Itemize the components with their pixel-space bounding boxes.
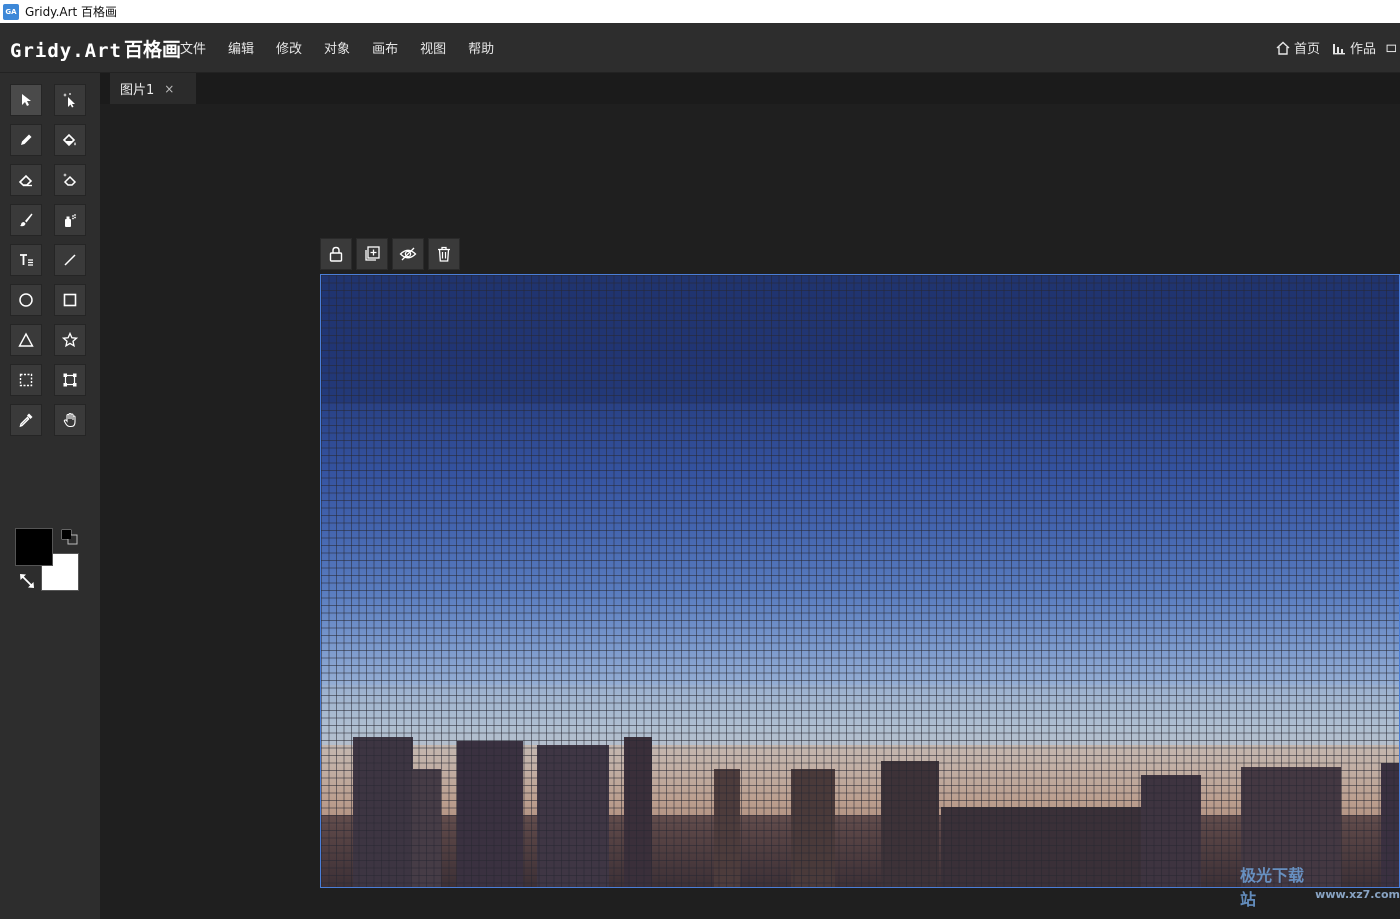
lock-icon (329, 246, 343, 262)
hand-tool[interactable] (54, 404, 86, 436)
line-icon (64, 254, 76, 266)
works-icon (1332, 43, 1345, 54)
eyedropper-icon (19, 413, 33, 428)
circle-icon (19, 293, 33, 307)
text-icon (20, 254, 33, 266)
transform-tool[interactable] (54, 364, 86, 396)
tool-palette (0, 73, 100, 919)
star-icon (62, 332, 78, 348)
reset-colors-icon[interactable] (61, 529, 79, 545)
spray-tool[interactable] (54, 204, 86, 236)
watermark-url: www.xz7.com (1315, 887, 1400, 901)
pixel-grid (321, 275, 1399, 887)
eraser-tool[interactable] (10, 164, 42, 196)
select-arrow-icon (22, 94, 31, 106)
paint-bucket-icon (62, 133, 76, 147)
watermark-text: 极光下载站 (1240, 866, 1305, 909)
circle-tool[interactable] (10, 284, 42, 316)
close-icon[interactable]: × (164, 82, 174, 96)
triangle-tool[interactable] (10, 324, 42, 356)
rectangle-icon (63, 293, 77, 307)
delete-icon (438, 246, 450, 262)
layer-toolbar (320, 238, 464, 270)
document-tabs: 图片1 × (100, 73, 1400, 104)
fill-tool[interactable] (54, 124, 86, 156)
magic-select-tool[interactable] (54, 84, 86, 116)
tab-label: 图片1 (120, 83, 155, 98)
marquee-select-icon (19, 373, 33, 387)
hide-eye-icon (399, 247, 417, 261)
duplicate-layer-button[interactable] (356, 238, 388, 270)
logo[interactable]: Gridy.Art 百格画 (10, 34, 181, 62)
star-tool[interactable] (54, 324, 86, 356)
add-layer-icon (365, 246, 380, 261)
hand-icon (63, 412, 76, 428)
swap-colors-icon[interactable] (18, 572, 36, 590)
tab-image1[interactable]: 图片1 × (110, 73, 196, 104)
works-link[interactable]: 作品 (1332, 38, 1376, 57)
magic-eraser-icon (63, 173, 77, 186)
line-tool[interactable] (54, 244, 86, 276)
menu-file[interactable]: 文件 (180, 38, 206, 57)
marquee-tool[interactable] (10, 364, 42, 396)
pencil-icon (21, 134, 32, 145)
spray-icon (65, 214, 76, 227)
window-button[interactable] (1386, 41, 1400, 55)
logo-text-en: Gridy.Art (10, 40, 122, 62)
magic-eraser-tool[interactable] (54, 164, 86, 196)
home-label: 首页 (1293, 42, 1320, 57)
eyedropper-tool[interactable] (10, 404, 42, 436)
app-header: Gridy.Art 百格画 文件 编辑 修改 对象 画布 视图 帮助 首页 作品 (0, 23, 1400, 73)
right-nav: 首页 作品 (1264, 23, 1400, 72)
home-icon (1276, 41, 1290, 55)
menu-edit[interactable]: 编辑 (228, 38, 254, 57)
select-tool[interactable] (10, 84, 42, 116)
hide-layer-button[interactable] (392, 238, 424, 270)
magic-select-icon (63, 93, 75, 108)
foreground-color-swatch[interactable] (15, 528, 53, 566)
triangle-icon (18, 332, 34, 347)
menu-object[interactable]: 对象 (324, 38, 350, 57)
watermark: 极光下载站 www.xz7.com (1240, 862, 1400, 910)
pencil-tool[interactable] (10, 124, 42, 156)
works-label: 作品 (1349, 42, 1376, 57)
brush-icon (20, 213, 33, 227)
window-title-bar: GA Gridy.Art 百格画 (0, 0, 1400, 23)
menu-help[interactable]: 帮助 (468, 38, 494, 57)
eraser-icon (18, 174, 33, 187)
menu-modify[interactable]: 修改 (276, 38, 302, 57)
window-icon (1386, 44, 1396, 52)
main-menu: 文件 编辑 修改 对象 画布 视图 帮助 (180, 23, 516, 72)
text-tool[interactable] (10, 244, 42, 276)
rectangle-tool[interactable] (54, 284, 86, 316)
menu-view[interactable]: 视图 (420, 38, 446, 57)
brush-tool[interactable] (10, 204, 42, 236)
app-icon: GA (3, 3, 19, 20)
home-link[interactable]: 首页 (1276, 38, 1320, 57)
menu-canvas[interactable]: 画布 (372, 38, 398, 57)
transform-icon (63, 373, 77, 387)
delete-layer-button[interactable] (428, 238, 460, 270)
lock-layer-button[interactable] (320, 238, 352, 270)
logo-text-zh: 百格画 (123, 39, 181, 61)
pixel-canvas[interactable] (320, 274, 1400, 888)
window-title: Gridy.Art 百格画 (25, 5, 118, 19)
